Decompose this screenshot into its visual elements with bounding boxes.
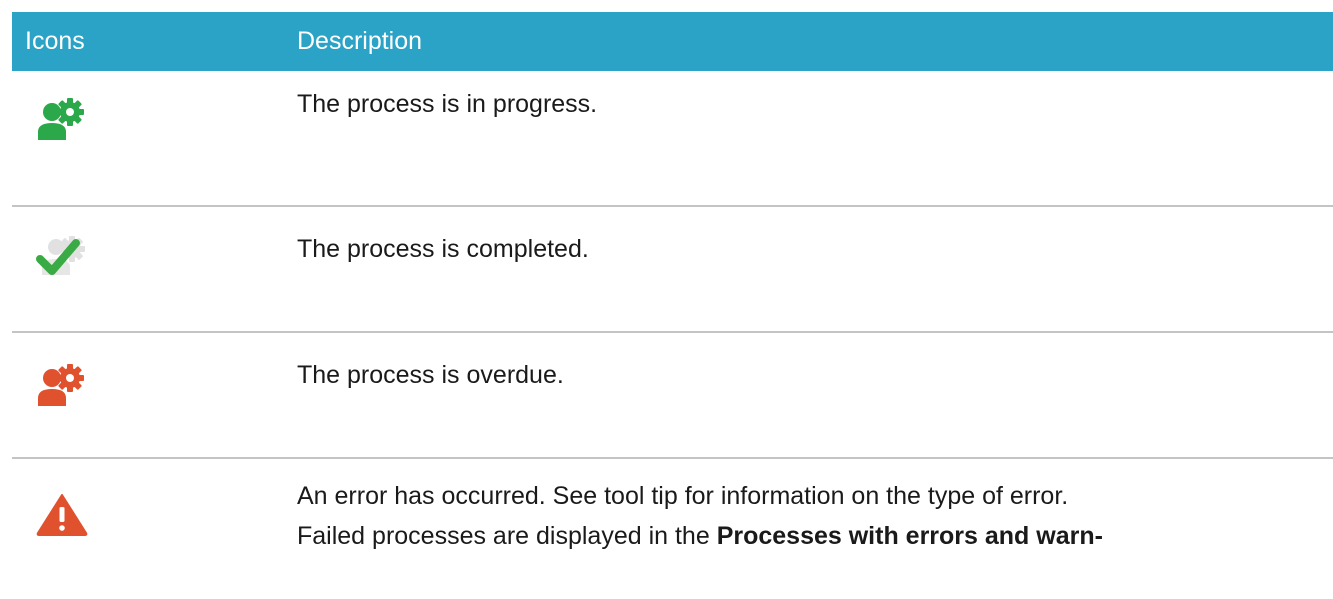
row-description: The process is completed. xyxy=(297,235,589,263)
process-in-progress-icon xyxy=(38,98,84,140)
processes-with-errors-link-text: Processes with errors and warn- xyxy=(716,522,1103,550)
header-description: Description xyxy=(297,27,423,55)
line2-prefix: Failed processes are displayed in the xyxy=(297,522,717,550)
table-row: An error has occurred. See tool tip for … xyxy=(12,459,1333,599)
process-overdue-icon xyxy=(38,364,84,406)
row-description-line1: An error has occurred. See tool tip for … xyxy=(297,482,1069,510)
header-icons: Icons xyxy=(25,27,85,55)
process-completed-icon xyxy=(36,236,85,275)
row-description: The process is overdue. xyxy=(297,361,564,389)
error-warning-icon xyxy=(36,494,88,536)
icon-legend-table: Icons Description The process is in prog… xyxy=(12,12,1333,599)
row-description-line2: Failed processes are displayed in the Pr… xyxy=(297,516,1323,556)
table-header-row: Icons Description xyxy=(12,12,1333,71)
table-row: The process is in progress. xyxy=(12,71,1333,207)
row-description: The process is in progress. xyxy=(297,90,598,118)
table-row: The process is overdue. xyxy=(12,333,1333,459)
table-row: The process is completed. xyxy=(12,207,1333,333)
